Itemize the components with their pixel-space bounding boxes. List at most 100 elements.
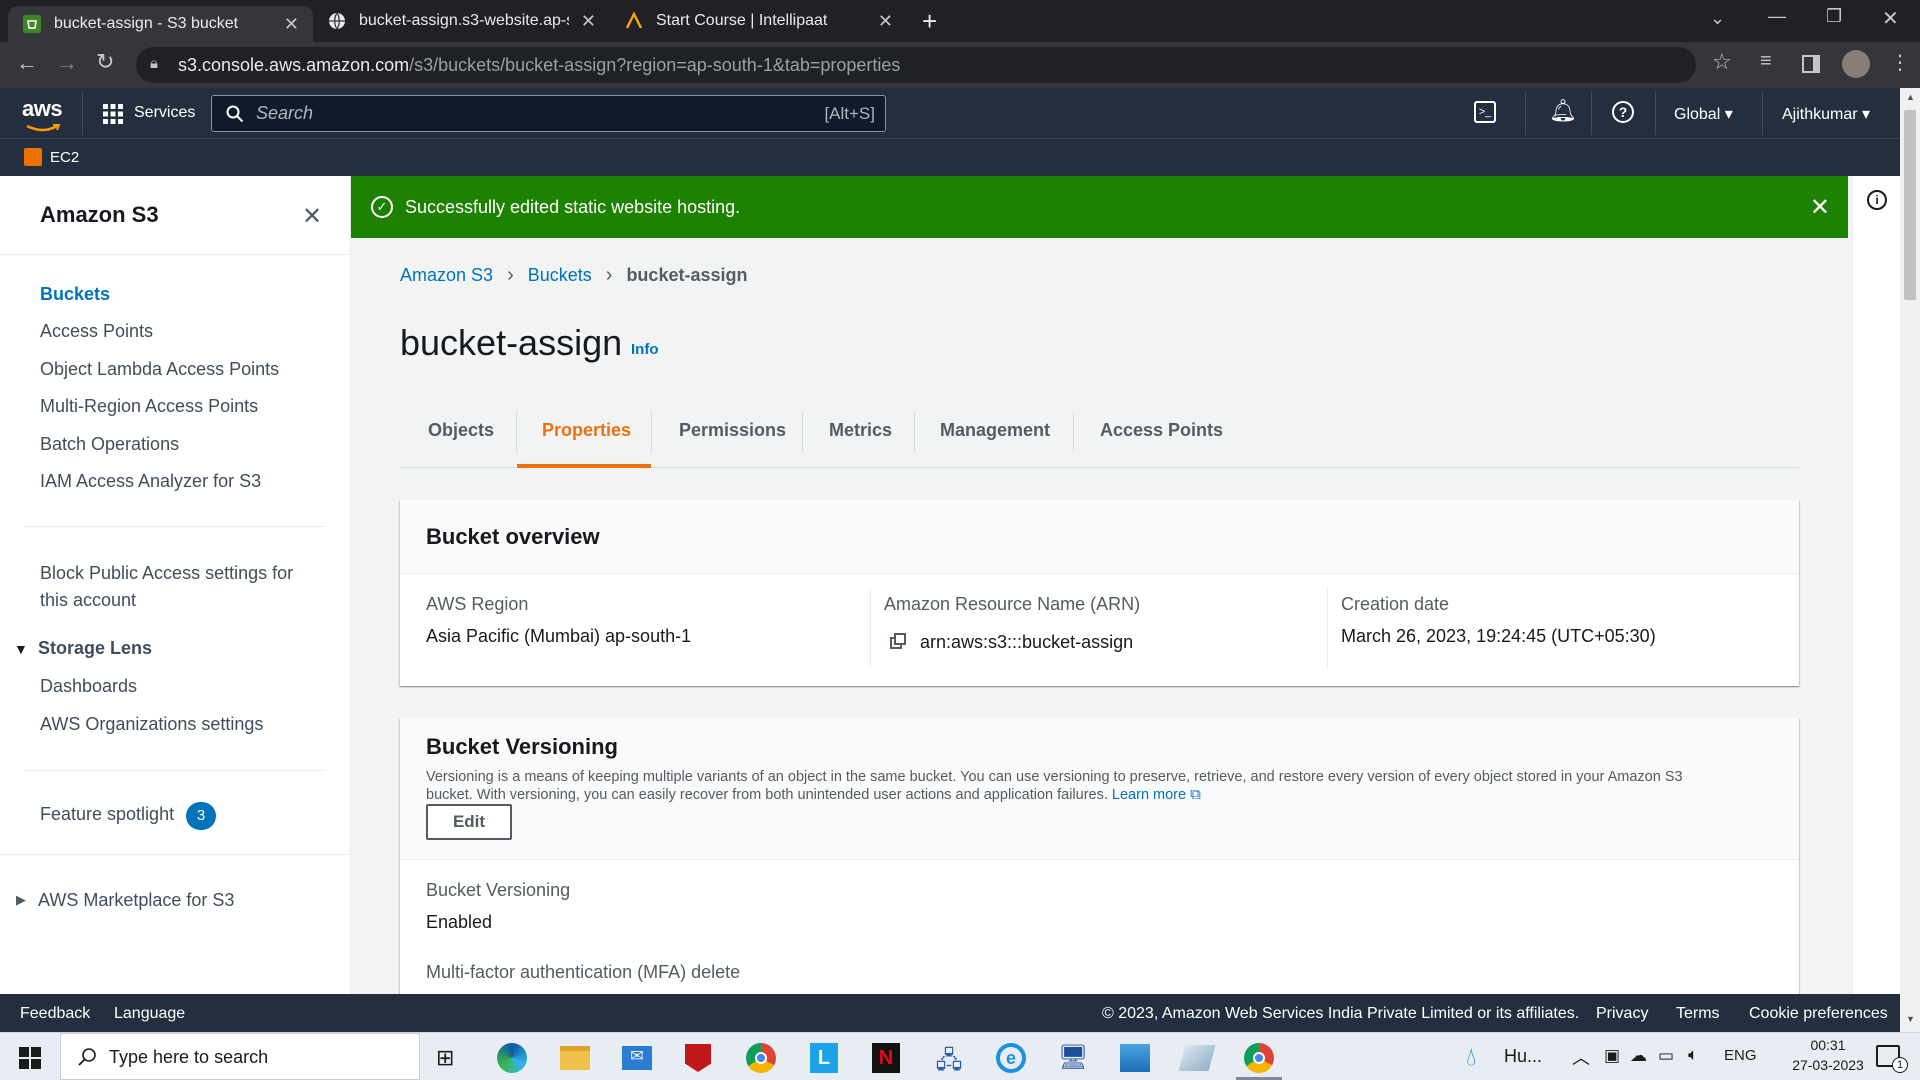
feedback-link[interactable]: Feedback: [20, 1005, 90, 1023]
tab-close-icon[interactable]: ✕: [878, 11, 893, 32]
cookie-preferences-link[interactable]: Cookie preferences: [1749, 1005, 1888, 1023]
sidebar-item-dashboards[interactable]: Dashboards: [40, 676, 137, 697]
sidebar-item-org-settings[interactable]: AWS Organizations settings: [40, 714, 263, 735]
bookmark-star-icon[interactable]: ☆: [1712, 49, 1732, 75]
search-placeholder: Search: [256, 103, 314, 123]
breadcrumb-amazon-s3[interactable]: Amazon S3: [400, 265, 493, 286]
scrollbar-thumb[interactable]: [1904, 110, 1916, 300]
back-arrow-icon[interactable]: ←: [16, 50, 38, 76]
browser-tab-intellipaat[interactable]: Start Course | Intellipaat ✕: [610, 0, 907, 42]
region-label: AWS Region: [426, 594, 529, 614]
region-selector[interactable]: Global ▾: [1674, 104, 1733, 124]
mcafee-icon[interactable]: [685, 1044, 711, 1072]
sidebar-item-batch-operations[interactable]: Batch Operations: [40, 434, 179, 455]
edge-app-icon[interactable]: [497, 1043, 527, 1073]
tray-network-icon[interactable]: ☁: [1630, 1046, 1647, 1066]
tab-metrics[interactable]: Metrics: [829, 420, 892, 441]
services-grid-icon[interactable]: [103, 104, 123, 124]
notepad-app-icon[interactable]: [1178, 1045, 1216, 1071]
chrome-active-app-icon[interactable]: [1244, 1043, 1274, 1073]
language-indicator[interactable]: ENG: [1724, 1047, 1757, 1064]
bucket-overview-card: Bucket overview AWS Region Asia Pacific …: [400, 500, 1799, 686]
sidebar-item-iam-analyzer[interactable]: IAM Access Analyzer for S3: [40, 471, 261, 492]
sidebar-item-object-lambda[interactable]: Object Lambda Access Points: [40, 359, 279, 380]
caret-down-icon[interactable]: ▼: [14, 641, 28, 657]
sidebar-section-storage-lens[interactable]: Storage Lens: [38, 638, 152, 659]
photos-app-icon[interactable]: [1120, 1044, 1150, 1072]
copy-icon[interactable]: [894, 633, 906, 645]
help-icon[interactable]: ?: [1612, 101, 1634, 123]
tab-objects[interactable]: Objects: [428, 420, 494, 441]
scroll-up-icon[interactable]: ▲: [1906, 92, 1915, 102]
cloudshell-icon[interactable]: >_: [1474, 101, 1496, 123]
learn-more-link[interactable]: Learn more: [1112, 787, 1186, 803]
address-bar[interactable]: 🔒︎ s3.console.aws.amazon.com/s3/buckets/…: [136, 47, 1696, 83]
edit-versioning-button[interactable]: Edit: [426, 804, 512, 840]
tray-display-icon[interactable]: ▭: [1658, 1046, 1674, 1066]
window-close-icon[interactable]: ✕: [1882, 6, 1899, 31]
sidebar-item-marketplace[interactable]: AWS Marketplace for S3: [38, 890, 234, 911]
active-tab-indicator: [517, 464, 651, 468]
info-link[interactable]: Info: [631, 341, 659, 358]
forward-arrow-icon[interactable]: →: [56, 50, 78, 76]
remote-desktop-icon[interactable]: 🖥: [1058, 1043, 1088, 1073]
l-app-icon[interactable]: L: [810, 1043, 838, 1073]
mail-app-icon[interactable]: ✉: [622, 1046, 652, 1070]
aws-search-input[interactable]: Search [Alt+S]: [211, 95, 886, 132]
privacy-link[interactable]: Privacy: [1596, 1005, 1648, 1023]
terms-link[interactable]: Terms: [1676, 1005, 1720, 1023]
restore-icon[interactable]: ❐: [1826, 6, 1842, 27]
profile-avatar[interactable]: [1842, 50, 1870, 78]
file-explorer-icon[interactable]: [560, 1046, 590, 1070]
reload-icon[interactable]: ↻: [96, 49, 114, 75]
volume-icon[interactable]: 🔈︎: [1688, 1045, 1698, 1065]
tab-access-points[interactable]: Access Points: [1100, 420, 1223, 441]
windows-start-icon[interactable]: [19, 1047, 41, 1069]
language-link[interactable]: Language: [114, 1005, 185, 1023]
tab-properties[interactable]: Properties: [542, 420, 631, 441]
media-list-icon[interactable]: ≡: [1760, 50, 1772, 73]
tray-chevron-up-icon[interactable]: ︿: [1572, 1044, 1590, 1070]
side-panel-icon[interactable]: [1802, 55, 1820, 73]
taskbar-search-box[interactable]: Type here to search: [60, 1033, 420, 1080]
favorite-ec2-link[interactable]: EC2: [50, 149, 79, 166]
tray-device-icon[interactable]: ▣: [1604, 1046, 1620, 1066]
caret-right-icon[interactable]: ▶: [16, 892, 26, 908]
account-menu[interactable]: Ajithkumar ▾: [1782, 104, 1870, 124]
info-panel-icon[interactable]: i: [1867, 190, 1887, 210]
feature-spotlight-badge: 3: [186, 802, 216, 830]
browser-menu-icon[interactable]: ⋮: [1890, 50, 1910, 75]
sidebar-item-multi-region[interactable]: Multi-Region Access Points: [40, 396, 258, 417]
tab-search-chevron-icon[interactable]: ⌄: [1710, 8, 1725, 29]
weather-icon[interactable]: 💧︎: [1466, 1041, 1476, 1073]
notifications-bell-icon[interactable]: 🔔︎: [1549, 98, 1577, 124]
breadcrumb-buckets[interactable]: Buckets: [528, 265, 592, 286]
chrome-app-icon[interactable]: [746, 1043, 776, 1073]
services-button[interactable]: Services: [134, 104, 195, 122]
task-view-icon[interactable]: ⊞: [436, 1045, 454, 1071]
tab-close-icon[interactable]: ✕: [284, 14, 299, 35]
internet-explorer-icon[interactable]: e: [996, 1043, 1026, 1073]
tab-management[interactable]: Management: [940, 420, 1050, 441]
tab-title: Start Course | Intellipaat: [656, 12, 828, 29]
weather-text[interactable]: Hu...: [1504, 1046, 1542, 1067]
tab-permissions[interactable]: Permissions: [679, 420, 786, 441]
browser-tab-website[interactable]: bucket-assign.s3-website.ap-sou ✕: [313, 0, 610, 42]
aws-logo[interactable]: aws: [22, 96, 63, 122]
sidebar-item-access-points[interactable]: Access Points: [40, 321, 153, 342]
close-sidebar-icon[interactable]: ✕: [302, 202, 322, 231]
sidebar-item-feature-spotlight[interactable]: Feature spotlight: [40, 804, 174, 825]
network-app-icon[interactable]: 🖧: [934, 1043, 964, 1074]
netflix-app-icon[interactable]: N: [872, 1043, 900, 1073]
external-link-icon[interactable]: ⧉: [1190, 786, 1201, 803]
new-tab-button[interactable]: +: [922, 6, 937, 37]
page-scrollbar[interactable]: ▲ ▼: [1900, 88, 1920, 1032]
browser-tab-s3[interactable]: bucket-assign - S3 bucket ✕: [8, 6, 313, 42]
clock[interactable]: 00:31 27-03-2023: [1790, 1037, 1866, 1073]
tab-close-icon[interactable]: ✕: [581, 11, 596, 32]
minimize-icon[interactable]: —: [1768, 6, 1786, 27]
scroll-down-icon[interactable]: ▼: [1906, 1014, 1915, 1024]
sidebar-item-buckets[interactable]: Buckets: [40, 284, 110, 305]
dismiss-flash-icon[interactable]: ✕: [1810, 193, 1830, 222]
sidebar-item-block-public-access[interactable]: Block Public Access settings for this ac…: [40, 560, 293, 614]
